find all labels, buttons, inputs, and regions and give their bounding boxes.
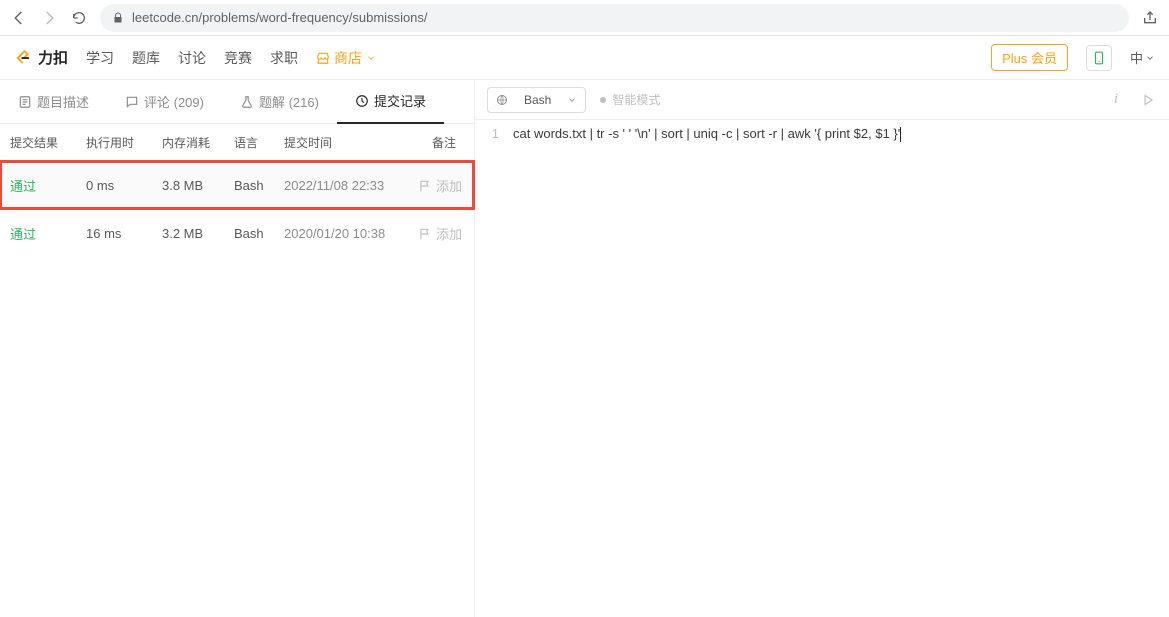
globe-icon [496, 94, 508, 106]
language-switch[interactable]: 中 [1130, 48, 1155, 67]
tab-comments[interactable]: 评论 (209) [107, 80, 222, 124]
flag-icon [418, 227, 432, 241]
tab-description[interactable]: 题目描述 [0, 80, 107, 124]
table-header: 提交结果 执行用时 内存消耗 语言 提交时间 备注 [0, 134, 474, 161]
language-select[interactable]: Bash [487, 87, 586, 113]
tab-comments-label: 评论 (209) [144, 92, 204, 111]
col-result: 提交结果 [10, 134, 86, 151]
code-text: cat words.txt | tr -s ' ' '\n' | sort | … [513, 126, 900, 141]
runtime-value: 0 ms [86, 178, 162, 193]
tab-submissions[interactable]: 提交记录 [337, 80, 444, 124]
flag-icon [418, 179, 432, 193]
note-label: 添加 [436, 176, 462, 195]
play-icon [1141, 93, 1155, 107]
chevron-down-icon [366, 53, 376, 63]
col-runtime: 执行用时 [86, 134, 162, 151]
nav-discuss[interactable]: 讨论 [178, 48, 206, 68]
col-lang: 语言 [234, 134, 284, 151]
editor-header: Bash 智能模式 i [475, 80, 1169, 120]
date-value: 2020/01/20 10:38 [284, 226, 394, 241]
col-date: 提交时间 [284, 134, 394, 151]
brand-text: 力扣 [38, 47, 68, 68]
chevron-down-icon [1145, 53, 1155, 63]
cursor [900, 127, 901, 142]
share-button[interactable] [1141, 9, 1159, 27]
comment-icon [125, 95, 139, 109]
forward-button[interactable] [40, 9, 58, 27]
site-header: 力扣 学习 题库 讨论 竞赛 求职 商店 Plus 会员 中 [0, 36, 1169, 80]
browser-bar: leetcode.cn/problems/word-frequency/subm… [0, 0, 1169, 36]
editor-actions: i [1107, 91, 1157, 109]
runtime-value: 16 ms [86, 226, 162, 241]
logo-icon [14, 49, 32, 67]
note-label: 添加 [436, 224, 462, 243]
line-number: 1 [475, 126, 499, 141]
nav-problems[interactable]: 题库 [132, 48, 160, 68]
note-action[interactable]: 添加 [394, 176, 464, 195]
language-select-label: Bash [524, 93, 551, 107]
mobile-button[interactable] [1086, 45, 1112, 71]
description-icon [18, 95, 32, 109]
col-note: 备注 [394, 134, 464, 151]
tab-submissions-label: 提交记录 [374, 91, 426, 110]
col-memory: 内存消耗 [162, 134, 234, 151]
back-button[interactable] [10, 9, 28, 27]
chevron-down-icon [567, 95, 577, 105]
mobile-icon [1092, 51, 1106, 65]
lang-value: Bash [234, 178, 284, 193]
nav-contest[interactable]: 竞赛 [224, 48, 252, 68]
smart-mode-label: 智能模式 [612, 91, 660, 108]
memory-value: 3.2 MB [162, 226, 234, 241]
tab-solutions[interactable]: 题解 (216) [222, 80, 337, 124]
problem-tabs: 题目描述 评论 (209) 题解 (216) 提交记录 [0, 80, 474, 124]
url-text: leetcode.cn/problems/word-frequency/subm… [132, 10, 428, 25]
code-content[interactable]: cat words.txt | tr -s ' ' '\n' | sort | … [507, 120, 1169, 617]
lock-icon [112, 12, 124, 24]
flask-icon [240, 95, 254, 109]
table-row[interactable]: 通过 16 ms 3.2 MB Bash 2020/01/20 10:38 添加 [0, 209, 474, 257]
language-label: 中 [1130, 48, 1143, 67]
right-panel: Bash 智能模式 i 1 cat words.txt | tr -s ' ' … [475, 80, 1169, 617]
logo[interactable]: 力扣 [14, 47, 68, 68]
note-action[interactable]: 添加 [394, 224, 464, 243]
result-link[interactable]: 通过 [10, 176, 86, 195]
smart-mode[interactable]: 智能模式 [600, 91, 660, 108]
submissions-table: 提交结果 执行用时 内存消耗 语言 提交时间 备注 通过 0 ms 3.8 MB… [0, 124, 474, 257]
info-button[interactable]: i [1107, 91, 1125, 109]
line-gutter: 1 [475, 120, 507, 617]
table-row[interactable]: 通过 0 ms 3.8 MB Bash 2022/11/08 22:33 添加 [0, 161, 474, 209]
left-panel: 题目描述 评论 (209) 题解 (216) 提交记录 提交结果 执行用时 内存… [0, 80, 475, 617]
code-editor[interactable]: 1 cat words.txt | tr -s ' ' '\n' | sort … [475, 120, 1169, 617]
nav-store[interactable]: 商店 [316, 48, 376, 68]
url-bar[interactable]: leetcode.cn/problems/word-frequency/subm… [100, 4, 1129, 32]
clock-icon [355, 94, 369, 108]
memory-value: 3.8 MB [162, 178, 234, 193]
plus-member-button[interactable]: Plus 会员 [991, 44, 1068, 71]
nav-learn[interactable]: 学习 [86, 48, 114, 68]
run-button[interactable] [1139, 91, 1157, 109]
lang-value: Bash [234, 226, 284, 241]
result-link[interactable]: 通过 [10, 224, 86, 243]
tab-description-label: 题目描述 [37, 92, 89, 111]
nav-jobs[interactable]: 求职 [270, 48, 298, 68]
store-icon [316, 51, 330, 65]
nav-store-label: 商店 [334, 48, 362, 68]
reload-button[interactable] [70, 9, 88, 27]
tab-solutions-label: 题解 (216) [259, 92, 319, 111]
main: 题目描述 评论 (209) 题解 (216) 提交记录 提交结果 执行用时 内存… [0, 80, 1169, 617]
date-value: 2022/11/08 22:33 [284, 178, 394, 193]
status-dot-icon [600, 97, 606, 103]
